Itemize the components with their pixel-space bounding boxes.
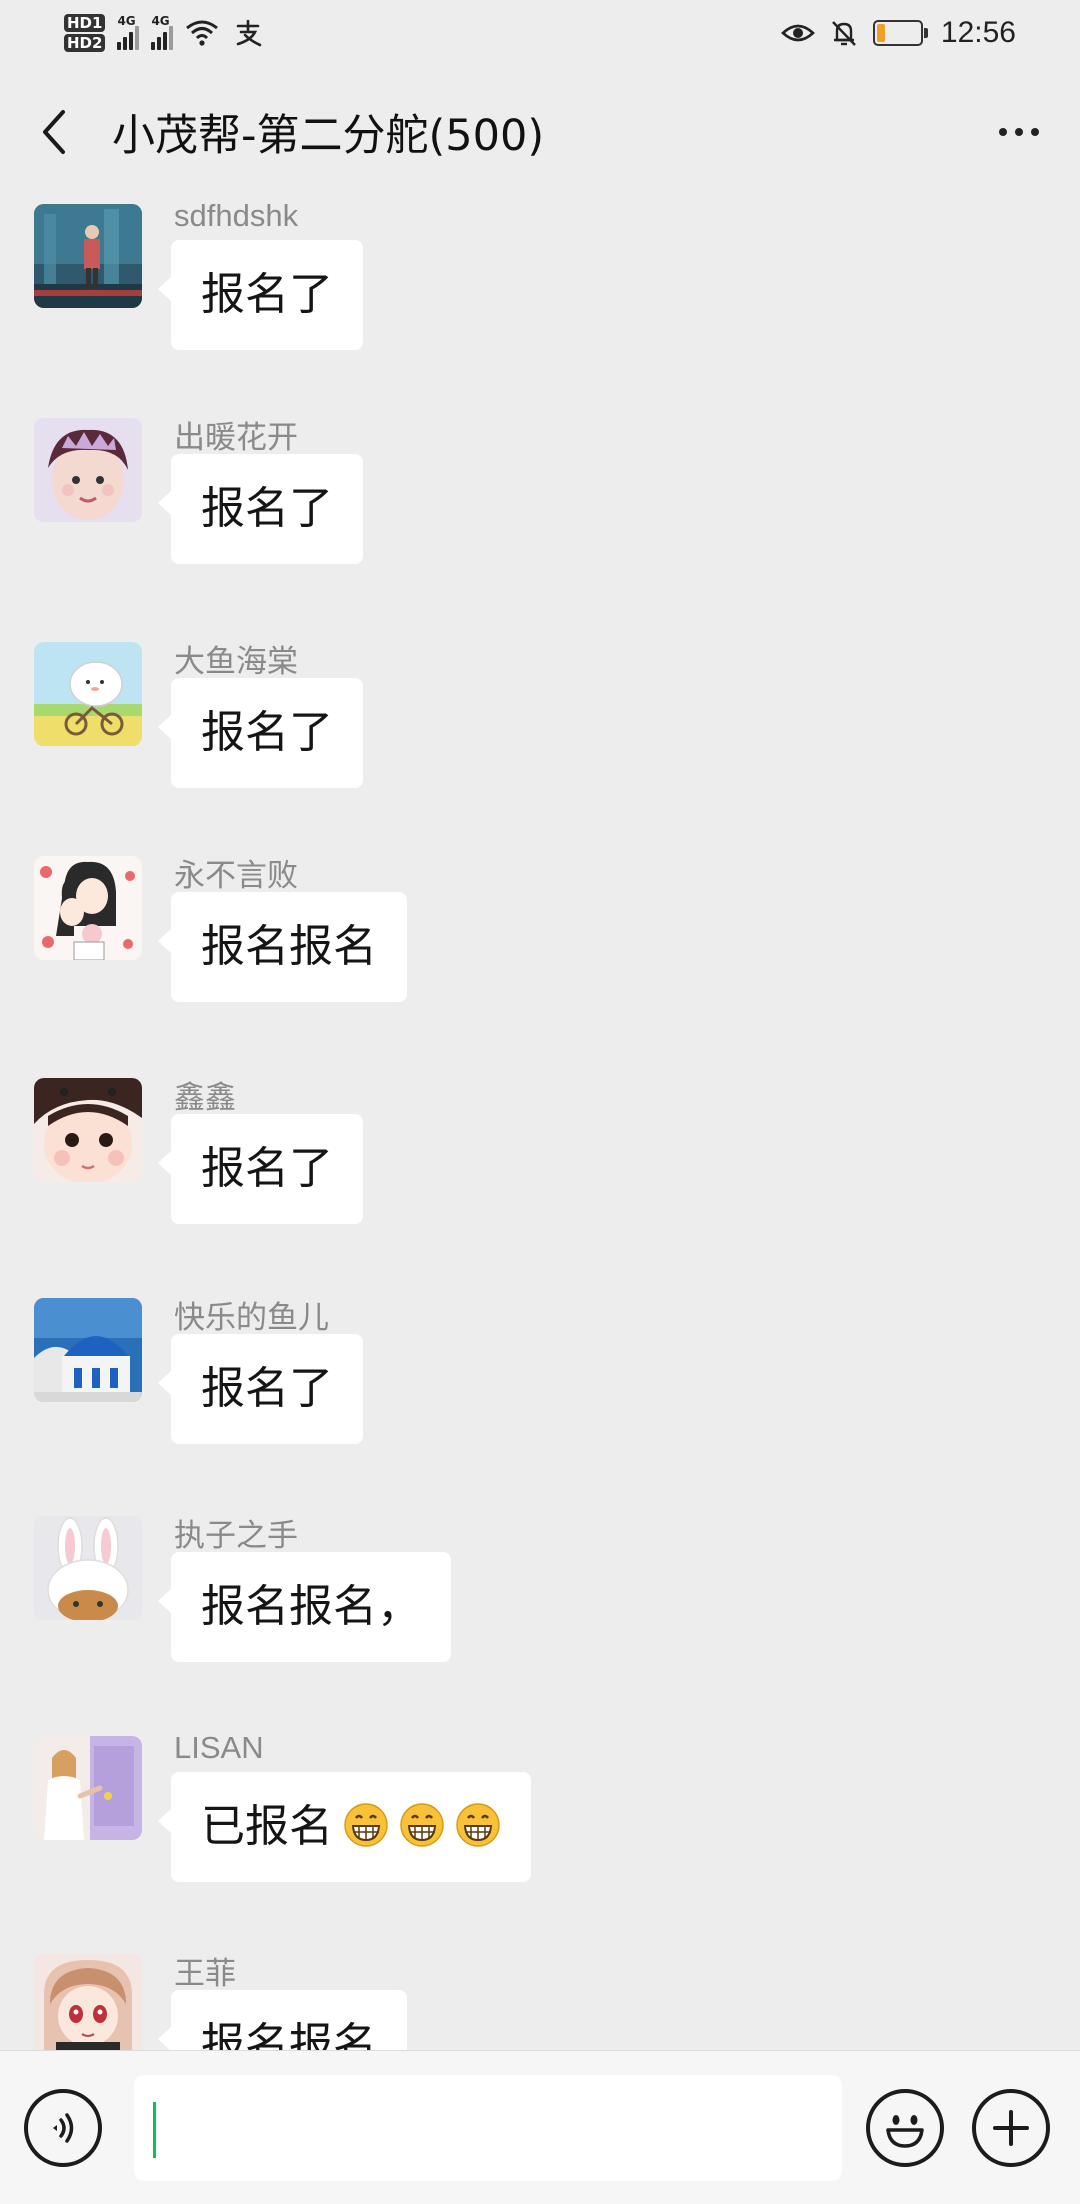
avatar[interactable] (34, 1298, 142, 1402)
message-bubble[interactable]: 已报名 (158, 1772, 531, 1882)
hd2-badge: HD2 (64, 34, 106, 52)
status-left: HD1 HD2 4G 4G (64, 14, 265, 52)
signal-label: 4G (151, 14, 170, 28)
avatar[interactable] (34, 1078, 142, 1182)
emoji-icon (886, 2114, 924, 2148)
message-text: 报名了 (201, 483, 333, 534)
sender-name: sdfhdshk (174, 198, 299, 233)
message-item: 执子之手 报名报名， (34, 1510, 1044, 1710)
sender-name: LISAN (174, 1730, 264, 1765)
sender-name: 快乐的鱼儿 (174, 1300, 329, 1335)
message-text: 报名报名， (201, 1581, 421, 1632)
text-cursor (153, 2102, 156, 2158)
message-bubble[interactable]: 报名了 (158, 678, 363, 788)
message-bubble[interactable]: 报名报名 (158, 892, 407, 1002)
sender-name: 大鱼海棠 (174, 644, 298, 679)
grin-emoji-icon (400, 1803, 444, 1847)
message-text: 报名了 (201, 1143, 333, 1194)
mute-bell-icon (827, 16, 861, 50)
message-item: 永不言败 报名报名 (34, 850, 1044, 1050)
avatar[interactable] (34, 1954, 142, 2050)
message-text: 报名报名 (201, 921, 377, 972)
status-time: 12:56 (940, 16, 1016, 49)
chat-title: 小茂帮-第二分舵(500) (112, 111, 545, 161)
avatar[interactable] (34, 204, 142, 308)
chevron-left-icon (43, 110, 65, 154)
status-right: 12:56 (781, 16, 1016, 50)
battery-level (876, 24, 886, 42)
message-item: sdfhdshk 报名了 (34, 198, 1044, 398)
avatar[interactable] (34, 642, 142, 746)
more-options-button[interactable] (984, 104, 1054, 160)
back-button[interactable] (26, 104, 82, 160)
input-bar (0, 2050, 1080, 2204)
avatar[interactable] (34, 1736, 142, 1840)
message-text: 报名了 (201, 269, 333, 320)
sender-name: 鑫鑫 (174, 1080, 236, 1115)
sender-name: 永不言败 (174, 858, 298, 893)
emoji-button[interactable] (866, 2088, 944, 2167)
message-text: 报名了 (201, 707, 333, 758)
avatar[interactable] (34, 856, 142, 960)
message-input[interactable] (134, 2074, 842, 2181)
more-dot (999, 128, 1007, 136)
message-list[interactable]: sdfhdshk 报名了 出暖花开 报名了 大鱼海棠 报名了 永不言败 报名报名… (0, 198, 1080, 2050)
signal-icon: 4G (151, 14, 174, 50)
status-bar: HD1 HD2 4G 4G 12:56 (0, 0, 1080, 66)
sender-name: 出暖花开 (174, 420, 298, 455)
message-item: 大鱼海棠 报名了 (34, 636, 1044, 836)
grin-emoji-icon (344, 1803, 388, 1847)
message-text: 已报名 (201, 1801, 333, 1852)
grin-emoji-icon (456, 1803, 500, 1847)
message-item: 王菲 报名报名 (34, 1948, 1044, 2050)
message-bubble[interactable]: 报名了 (158, 240, 363, 350)
chat-header: 小茂帮-第二分舵(500) (0, 66, 1080, 198)
message-item: 出暖花开 报名了 (34, 412, 1044, 612)
message-bubble[interactable]: 报名了 (158, 454, 363, 564)
voice-icon (53, 2112, 74, 2143)
more-dot (1031, 128, 1039, 136)
signal-label: 4G (117, 14, 136, 28)
message-text: 报名报名 (201, 2019, 377, 2050)
message-item: 鑫鑫 报名了 (34, 1072, 1044, 1272)
message-bubble[interactable]: 报名了 (158, 1334, 363, 1444)
hd-indicators: HD1 HD2 (64, 14, 106, 52)
alipay-icon (231, 16, 265, 50)
message-bubble[interactable]: 报名了 (158, 1114, 363, 1224)
voice-button[interactable] (24, 2088, 102, 2167)
eye-icon (781, 16, 815, 50)
avatar[interactable] (34, 1516, 142, 1620)
avatar[interactable] (34, 418, 142, 522)
battery-icon (872, 20, 928, 46)
message-bubble[interactable]: 报名报名， (158, 1552, 451, 1662)
message-item: LISAN 已报名 (34, 1730, 1044, 1930)
more-dot (1015, 128, 1023, 136)
message-text: 报名了 (201, 1363, 333, 1414)
sender-name: 执子之手 (174, 1518, 298, 1553)
plus-button[interactable] (972, 2088, 1050, 2167)
sender-name: 王菲 (174, 1956, 236, 1991)
wifi-icon (185, 16, 219, 50)
hd1-badge: HD1 (64, 14, 106, 32)
signal-icon: 4G (117, 14, 140, 50)
message-item: 快乐的鱼儿 报名了 (34, 1292, 1044, 1492)
plus-icon (993, 2109, 1029, 2146)
message-bubble[interactable]: 报名报名 (158, 1990, 407, 2050)
